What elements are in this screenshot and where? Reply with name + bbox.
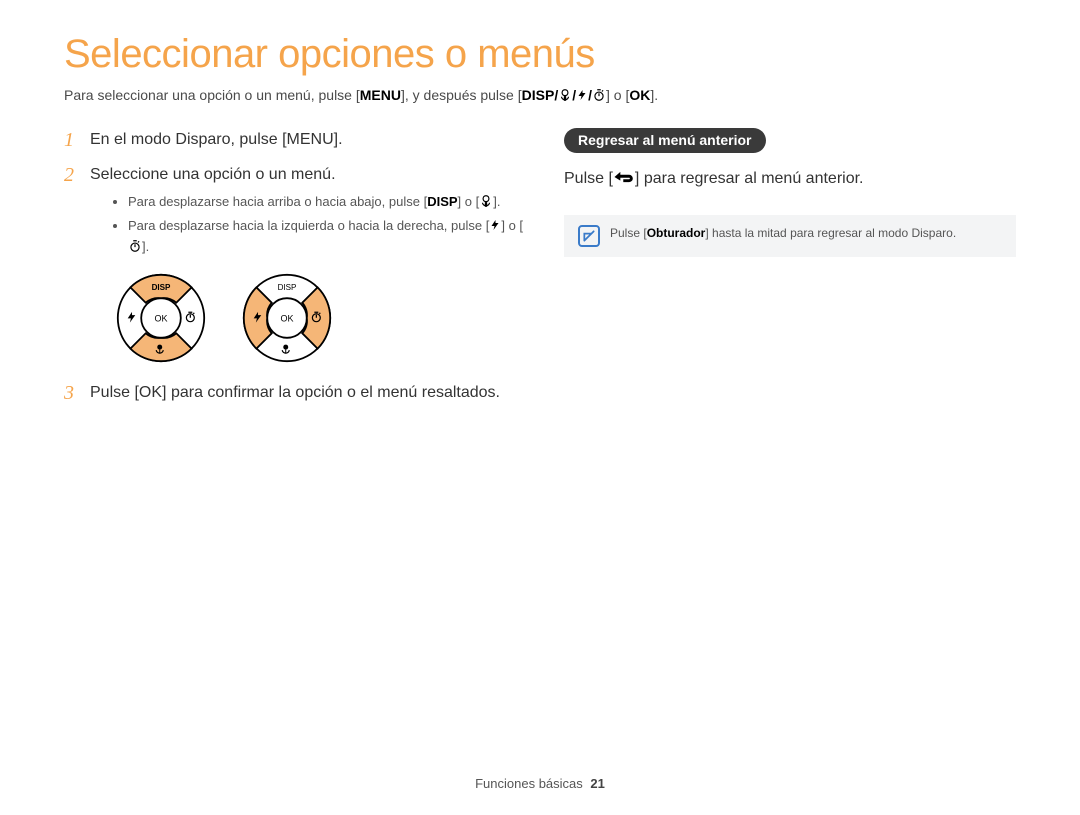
- intro-text: Para seleccionar una opción o un menú, p…: [64, 85, 1016, 108]
- text: ].: [493, 194, 500, 209]
- text: ] o [: [458, 194, 480, 209]
- ok-key: OK: [139, 384, 162, 401]
- back-instruction: Pulse [ ] para regresar al menú anterior.: [564, 167, 1016, 193]
- footer-section: Funciones básicas: [475, 776, 583, 791]
- dial-ok-label: OK: [280, 313, 293, 323]
- step-2-sub-1: Para desplazarse hacia arriba o hacia ab…: [128, 192, 524, 214]
- step-3: 3 Pulse [OK] para confirmar la opción o …: [64, 381, 524, 404]
- menu-key: MENU: [287, 131, 334, 148]
- page-footer: Funciones básicas 21: [0, 776, 1080, 791]
- text: ].: [334, 131, 343, 148]
- ok-key: OK: [629, 85, 650, 106]
- disp-key: DISP: [427, 194, 457, 209]
- text: Para desplazarse hacia la izquierda o ha…: [128, 218, 489, 233]
- text: ], y después pulse [: [401, 87, 522, 103]
- obturador-key: Obturador: [647, 226, 706, 240]
- page-title: Seleccionar opciones o menús: [64, 32, 1016, 77]
- flash-icon: [576, 87, 588, 108]
- disp-key: DISP: [522, 85, 555, 106]
- step-2-sub-2: Para desplazarse hacia la izquierda o ha…: [128, 216, 524, 259]
- text: ].: [650, 87, 658, 103]
- step-number: 1: [64, 126, 74, 155]
- footer-page-number: 21: [590, 776, 604, 791]
- step-2: 2 Seleccione una opción o un menú. Para …: [64, 163, 524, 363]
- text: ] para confirmar la opción o el menú res…: [162, 384, 500, 401]
- dial-disp-label: DISP: [152, 283, 171, 292]
- text: ].: [142, 239, 149, 254]
- dial-disp-label: DISP: [278, 283, 297, 292]
- timer-icon: [592, 87, 606, 108]
- macro-icon: [558, 87, 572, 108]
- dial-ok-label: OK: [154, 313, 167, 323]
- step-number: 3: [64, 379, 74, 408]
- text: Pulse [: [564, 170, 613, 187]
- back-icon: [613, 169, 635, 193]
- timer-icon: [128, 239, 142, 259]
- macro-icon: [479, 194, 493, 214]
- note-icon: [578, 225, 600, 247]
- text: ] o [: [501, 218, 523, 233]
- text: Para desplazarse hacia arriba o hacia ab…: [128, 194, 427, 209]
- text: Para seleccionar una opción o un menú, p…: [64, 87, 360, 103]
- text: Pulse [: [90, 384, 139, 401]
- text: ] para regresar al menú anterior.: [635, 170, 864, 187]
- step-1: 1 En el modo Disparo, pulse [MENU].: [64, 128, 524, 151]
- note-box: Pulse [Obturador] hasta la mitad para re…: [564, 215, 1016, 257]
- back-heading: Regresar al menú anterior: [564, 128, 766, 153]
- text: ] o [: [606, 87, 629, 103]
- text: ] hasta la mitad para regresar al modo D…: [705, 226, 956, 240]
- step-number: 2: [64, 161, 74, 190]
- text: En el modo Disparo, pulse [: [90, 131, 287, 148]
- text: Seleccione una opción o un menú.: [90, 166, 336, 183]
- flash-icon: [489, 218, 501, 238]
- note-text: Pulse [Obturador] hasta la mitad para re…: [610, 225, 956, 242]
- dial-horizontal: DISP OK: [242, 273, 332, 363]
- menu-key: MENU: [360, 85, 401, 106]
- dial-vertical: DISP OK: [116, 273, 206, 363]
- text: Pulse [: [610, 226, 647, 240]
